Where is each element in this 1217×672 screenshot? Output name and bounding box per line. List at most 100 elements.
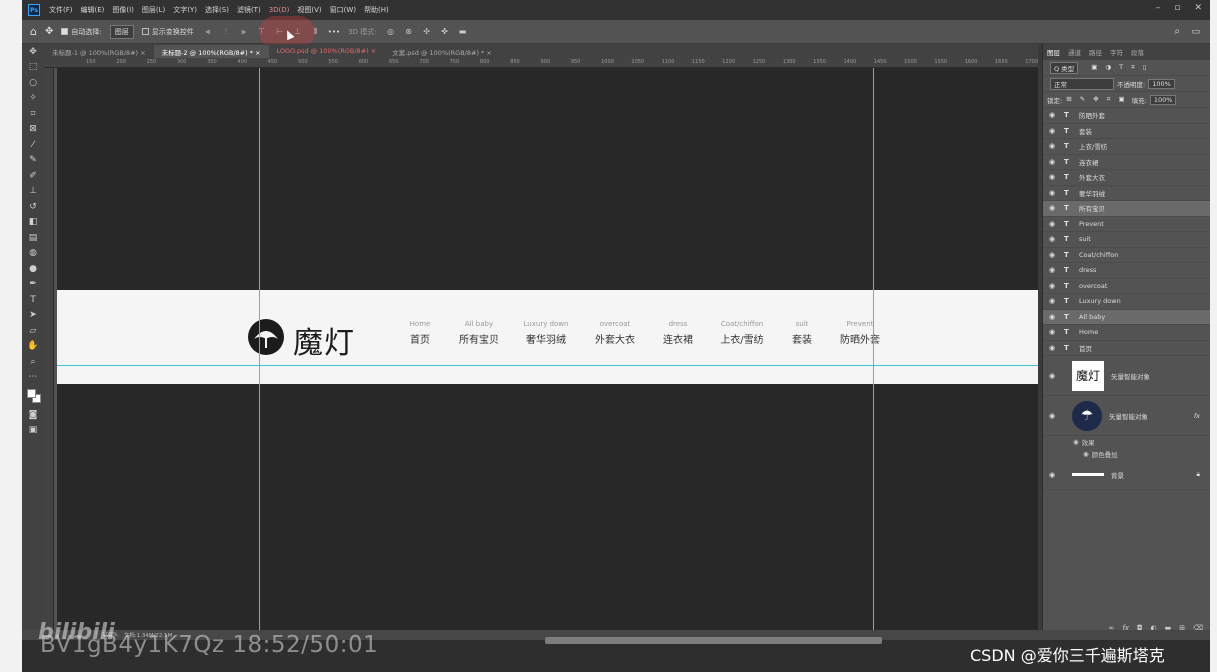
eye-icon[interactable]: ◉ <box>1049 328 1057 336</box>
tab-close-icon[interactable]: × <box>255 49 260 57</box>
pan-icon[interactable]: ✣ <box>421 26 433 38</box>
eye-icon[interactable]: ◉ <box>1073 438 1079 446</box>
more-options-button[interactable]: ••• <box>328 28 340 36</box>
layer-row[interactable]: ◉ T 上衣/雪纺 <box>1043 139 1210 155</box>
blend-mode-dropdown[interactable]: 正常 <box>1050 77 1114 90</box>
blur-icon[interactable]: ◍ <box>22 246 44 262</box>
layer-row-selected[interactable]: ◉ T 所有宝贝 <box>1043 201 1210 217</box>
fill-input[interactable]: 100% <box>1149 94 1177 105</box>
layer-row[interactable]: ◉ T Home <box>1043 325 1210 341</box>
layer-filter-dropdown[interactable]: Q 类型 <box>1050 61 1079 74</box>
eye-icon[interactable]: ◉ <box>1049 251 1057 259</box>
tab-close-icon[interactable]: × <box>140 49 145 57</box>
gradient-icon[interactable]: ▤ <box>22 230 44 246</box>
smart-object-layer-text[interactable]: ◉ 魔灯 矢量智能对象 <box>1043 356 1210 396</box>
eye-icon[interactable]: ◉ <box>1049 142 1057 150</box>
close-icon[interactable]: ✕ <box>1194 3 1202 13</box>
vertical-ruler[interactable] <box>44 68 54 640</box>
foreground-color[interactable] <box>27 389 36 398</box>
tab-channels[interactable]: 通道 <box>1068 47 1081 57</box>
eye-icon[interactable]: ◉ <box>1049 111 1057 119</box>
eye-icon[interactable]: ◉ <box>1049 266 1057 274</box>
eye-icon[interactable]: ◉ <box>1049 297 1057 305</box>
show-transform-checkbox[interactable] <box>141 28 149 35</box>
eye-icon[interactable]: ◉ <box>1049 173 1057 181</box>
eraser-icon[interactable]: ◧ <box>22 215 44 231</box>
menu-image[interactable]: 图像(I) <box>112 5 134 15</box>
marquee-icon[interactable]: ⬚ <box>22 60 44 76</box>
document-canvas[interactable]: 魔灯 Home 首页 All baby 所有宝贝 Luxury down 奢华羽绒 o… <box>57 68 1060 640</box>
auto-select-checkbox[interactable] <box>61 28 69 35</box>
align-right-icon[interactable]: ⫸ <box>238 26 250 38</box>
screen-mode-icon[interactable]: ▣ <box>22 423 44 439</box>
tab-close-icon[interactable]: × <box>486 49 491 57</box>
smart-object-layer-logo[interactable]: ◉ ☂ 矢量智能对象 fx <box>1043 396 1210 436</box>
eye-icon[interactable]: ◉ <box>1049 204 1057 212</box>
eye-icon[interactable]: ◉ <box>1049 127 1057 135</box>
restore-icon[interactable]: ▫ <box>1174 3 1180 13</box>
lock-icons[interactable]: ⊞ ✎ ✥ ⌗ ▣ <box>1066 95 1127 104</box>
layer-row[interactable]: ◉ T Prevent <box>1043 217 1210 232</box>
vertical-guide[interactable] <box>873 68 874 640</box>
tab-paths[interactable]: 路径 <box>1089 47 1102 57</box>
eye-icon[interactable]: ◉ <box>1049 282 1057 290</box>
tab-close-icon[interactable]: × <box>371 47 376 55</box>
menu-layer[interactable]: 图层(L) <box>142 5 165 15</box>
layer-row-selected[interactable]: ◉ T All baby <box>1043 309 1210 325</box>
camera-icon[interactable]: ▬ <box>457 26 469 38</box>
menu-help[interactable]: 帮助(H) <box>364 5 389 15</box>
tab-paragraph[interactable]: 段落 <box>1131 47 1144 57</box>
eye-icon[interactable]: ◉ <box>1049 189 1057 197</box>
magic-wand-icon[interactable]: ✧ <box>22 91 44 107</box>
workspace-icon[interactable]: ▭ <box>1191 27 1200 37</box>
move-icon[interactable]: ✥ <box>22 44 44 60</box>
layer-row[interactable]: ◉ Tsuit <box>1043 232 1210 248</box>
layer-row[interactable]: ◉ T Luxury down <box>1043 294 1210 310</box>
show-transform-option[interactable]: 显示变换控件 <box>141 27 194 37</box>
eye-icon[interactable]: ◉ <box>1049 158 1057 166</box>
brush-icon[interactable]: ✐ <box>22 168 44 184</box>
eye-icon[interactable]: ◉ <box>1049 372 1057 380</box>
menu-3d[interactable]: 3D(D) <box>269 6 290 14</box>
shape-icon[interactable]: ▱ <box>22 323 44 339</box>
effects-row[interactable]: ◉ 效果 <box>1043 436 1210 448</box>
vertical-guide[interactable] <box>259 68 260 640</box>
auto-select-option[interactable]: 自动选择: <box>61 27 102 37</box>
opacity-input[interactable]: 100% <box>1148 78 1175 89</box>
layer-row[interactable]: ◉ Tovercoat <box>1043 279 1210 294</box>
menu-select[interactable]: 选择(S) <box>205 5 229 15</box>
layer-row[interactable]: ◉ T 套装 <box>1043 124 1210 139</box>
eye-icon[interactable]: ◉ <box>1049 220 1057 228</box>
menu-view[interactable]: 视图(V) <box>297 5 321 15</box>
slide-icon[interactable]: ✜ <box>439 26 451 38</box>
filter-icons[interactable]: ▣ ◑ T ⌗ ▯ <box>1091 63 1149 72</box>
menu-type[interactable]: 文字(Y) <box>173 5 197 15</box>
align-center-icon[interactable]: ⫶ <box>220 26 232 38</box>
layer-row[interactable]: ◉ T 外套大衣 <box>1043 170 1210 186</box>
eye-icon[interactable]: ◉ <box>1083 450 1089 458</box>
minimize-icon[interactable]: – <box>1156 3 1161 13</box>
eyedropper-icon[interactable]: ⁄ <box>22 137 44 153</box>
roll-icon[interactable]: ⊛ <box>403 26 415 38</box>
horizontal-guide[interactable] <box>57 365 1060 366</box>
lasso-icon[interactable]: ○ <box>22 75 44 91</box>
move-tool-icon[interactable]: ✥ <box>45 26 53 37</box>
hand-icon[interactable]: ✋ <box>22 339 44 355</box>
orbit-icon[interactable]: ◎ <box>385 26 397 38</box>
stamp-icon[interactable]: ⊥ <box>22 184 44 200</box>
horizontal-ruler[interactable]: 150 200 250 300 350 400 450 500 550 600 650 700 750 8… <box>44 58 1060 68</box>
dodge-icon[interactable]: ● <box>22 261 44 277</box>
layer-row[interactable]: ◉ Tdress <box>1043 263 1210 279</box>
layer-row[interactable]: ◉ T 防晒外套 <box>1043 108 1210 124</box>
tab-logo[interactable]: LOGO.psd @ 100%(RGB/8#) × <box>269 45 385 58</box>
align-left-icon[interactable]: ⫷ <box>202 26 214 38</box>
type-icon[interactable]: T <box>22 292 44 308</box>
tab-layers[interactable]: 图层 <box>1047 47 1060 57</box>
layer-row[interactable]: ◉ T 奢华羽绒 <box>1043 186 1210 201</box>
eye-icon[interactable]: ◉ <box>1049 412 1057 420</box>
tab-untitled-1[interactable]: 未标题-1 @ 100%(RGB/8#) × <box>44 45 154 58</box>
menu-edit[interactable]: 编辑(E) <box>81 5 105 15</box>
pen-icon[interactable]: ✒ <box>22 277 44 293</box>
frame-icon[interactable]: ⊠ <box>22 122 44 138</box>
background-layer[interactable]: ◉ 背景 🔒︎ <box>1043 460 1210 490</box>
